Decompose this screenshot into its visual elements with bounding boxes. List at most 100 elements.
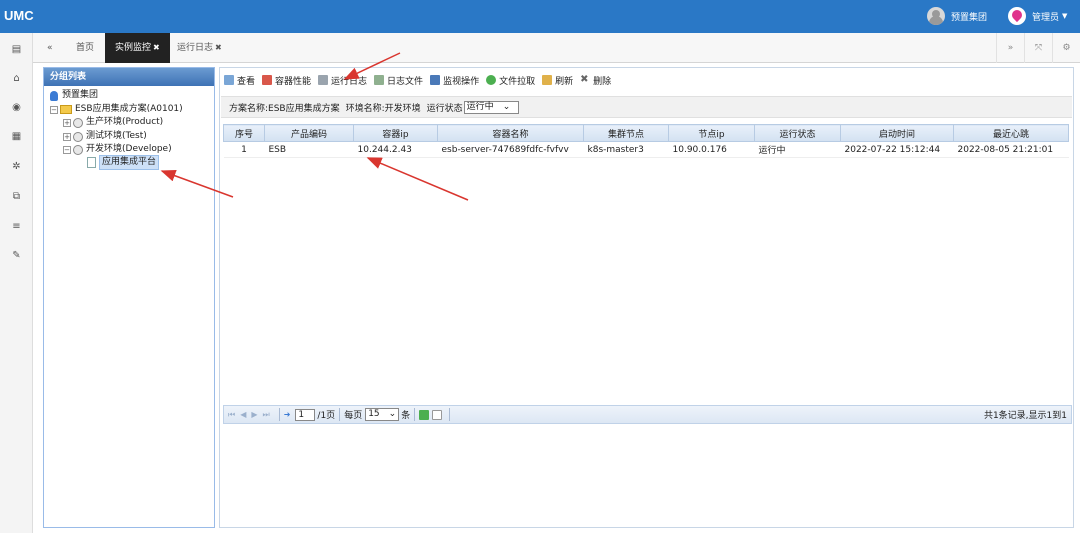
monitor-icon xyxy=(430,75,441,85)
fullscreen-icon[interactable]: ⤧ xyxy=(1024,33,1052,63)
record-summary: 共1条记录,显示1到1 xyxy=(983,411,1067,421)
main-panel: 查看 容器性能 运行日志 日志文件 监视操作 文件拉取 刷新 ✖ 删除 方案名称:… xyxy=(219,67,1074,528)
export-page-icon[interactable] xyxy=(432,409,443,420)
pull-button[interactable]: 文件拉取 xyxy=(486,74,535,87)
tab-label: 实例监控 xyxy=(115,43,152,53)
prev-page-icon[interactable]: ◀ xyxy=(240,410,246,419)
user-menu[interactable]: 管理员 ▼ xyxy=(1008,6,1067,26)
table-cell: 2022-08-05 21:21:01 xyxy=(953,141,1069,158)
tree-env-test[interactable]: + 测试环境(Test) xyxy=(63,130,147,143)
per-page-select[interactable]: 15 ⌄ xyxy=(365,408,400,421)
go-page-icon[interactable]: ➜ xyxy=(284,410,291,419)
group-panel: 分组列表 预置集团 − ESB应用集成方案(A0101) + 生产环境(Prod… xyxy=(43,67,215,528)
table-cell: esb-server-747689fdfc-fvfvv xyxy=(437,141,584,158)
toolbar: 查看 容器性能 运行日志 日志文件 监视操作 文件拉取 刷新 ✖ 删除 xyxy=(224,73,618,87)
refresh-label: 刷新 xyxy=(555,76,574,87)
gear-icon[interactable]: ✲ xyxy=(10,160,23,173)
tab-back-icon[interactable]: « xyxy=(37,33,63,63)
expand-icon[interactable]: + xyxy=(63,118,71,127)
monitor-button[interactable]: 监视操作 xyxy=(430,74,479,87)
export-excel-icon[interactable] xyxy=(419,409,430,420)
view-icon xyxy=(224,75,234,85)
env-name: 环境名称:开发环境 xyxy=(345,103,421,114)
delete-button[interactable]: ✖ 删除 xyxy=(580,74,611,87)
page-input[interactable]: 1 xyxy=(295,408,316,421)
folder-icon xyxy=(60,105,72,114)
collapse-icon[interactable]: − xyxy=(63,145,71,154)
runlog-button[interactable]: 运行日志 xyxy=(318,74,367,87)
per-page-value: 15 xyxy=(368,409,380,419)
bank-icon[interactable]: ⌂ xyxy=(10,72,23,85)
column-header[interactable]: 序号 xyxy=(223,124,265,142)
list-icon[interactable]: ▦ xyxy=(10,130,23,143)
table-row[interactable]: 1 ESB 10.244.2.43 esb-server-747689fdfc-… xyxy=(223,141,1069,158)
delete-icon: ✖ xyxy=(580,74,589,85)
user-avatar-icon xyxy=(1008,7,1026,25)
view-button[interactable]: 查看 xyxy=(224,74,255,87)
bulb-icon xyxy=(50,90,58,101)
column-header[interactable]: 最近心跳 xyxy=(953,124,1069,142)
settings-icon[interactable]: ⚙ xyxy=(1052,33,1080,63)
tab-bar: « 首页 实例监控 ✖ 运行日志 ✖ » ⤧ ⚙ xyxy=(33,33,1080,63)
logfile-label: 日志文件 xyxy=(387,76,424,87)
table-header-row: 序号 产品编码 容器ip 容器名称 集群节点 节点ip 运行状态 启动时间 最近… xyxy=(223,124,1069,142)
env-icon xyxy=(73,144,83,155)
table-cell: 10.90.0.176 xyxy=(668,141,755,158)
next-page-icon[interactable]: ▶ xyxy=(251,410,257,419)
per-page-label: 每页 xyxy=(344,411,363,421)
tab-run-log[interactable]: 运行日志 ✖ xyxy=(167,33,232,63)
tree-app-node[interactable]: 应用集成平台 xyxy=(87,155,160,170)
tab-home[interactable]: 首页 xyxy=(66,33,104,63)
eye-icon[interactable]: ◉ xyxy=(10,101,23,114)
sitemap-icon[interactable]: ⧉ xyxy=(10,190,23,203)
card-icon[interactable]: ▤ xyxy=(10,43,23,56)
env-icon xyxy=(73,131,83,142)
first-page-icon[interactable]: ⏮ xyxy=(228,410,235,420)
pagination-bar: ⏮ ◀ ▶ ⏭ ➜ 1 /1页 每页 15 ⌄ 条 共1条记录,显示1到1 xyxy=(223,405,1072,424)
tree-label: 测试环境(Test) xyxy=(86,131,147,141)
plan-name: 方案名称:ESB应用集成方案 xyxy=(229,103,340,114)
tree-label: 应用集成平台 xyxy=(99,155,160,170)
close-icon[interactable]: ✖ xyxy=(215,43,222,52)
tree-label: 生产环境(Product) xyxy=(86,117,164,127)
divider xyxy=(339,408,341,421)
collapse-icon[interactable]: − xyxy=(50,105,58,114)
divider xyxy=(449,408,451,421)
user-label: 管理员 xyxy=(1032,12,1060,23)
tree-label: ESB应用集成方案(A0101) xyxy=(75,104,183,114)
column-header[interactable]: 节点ip xyxy=(668,124,755,142)
last-page-icon[interactable]: ⏭ xyxy=(263,410,270,420)
column-header[interactable]: 运行状态 xyxy=(754,124,841,142)
tree-root[interactable]: 预置集团 xyxy=(50,89,98,102)
page-total: /1页 xyxy=(317,411,336,421)
column-header[interactable]: 容器ip xyxy=(353,124,438,142)
tab-forward-icon[interactable]: » xyxy=(996,33,1024,63)
top-bar: UMC 预置集团 管理员 ▼ xyxy=(0,0,1080,33)
download-icon xyxy=(486,75,497,85)
perf-button[interactable]: 容器性能 xyxy=(262,74,311,87)
column-header[interactable]: 产品编码 xyxy=(264,124,354,142)
icon-rail: ▤ ⌂ ◉ ▦ ✲ ⧉ ≡ ✎ xyxy=(0,33,33,533)
chevron-down-icon: ⌄ xyxy=(388,409,397,419)
runlog-label: 运行日志 xyxy=(331,76,368,87)
instance-table: 序号 产品编码 容器ip 容器名称 集群节点 节点ip 运行状态 启动时间 最近… xyxy=(223,124,1069,158)
logfile-button[interactable]: 日志文件 xyxy=(374,74,423,87)
tree-solution[interactable]: − ESB应用集成方案(A0101) xyxy=(50,103,183,116)
per-page-unit: 条 xyxy=(401,411,411,421)
expand-icon[interactable]: + xyxy=(63,132,71,141)
tree-label: 预置集团 xyxy=(62,90,99,100)
status-select[interactable]: 运行中 ⌄ xyxy=(463,100,520,114)
column-header[interactable]: 容器名称 xyxy=(437,124,584,142)
divider xyxy=(414,408,416,421)
refresh-button[interactable]: 刷新 xyxy=(542,74,573,87)
column-header[interactable]: 启动时间 xyxy=(840,124,954,142)
close-icon[interactable]: ✖ xyxy=(153,43,160,52)
tree-env-product[interactable]: + 生产环境(Product) xyxy=(63,116,163,129)
menu-icon[interactable]: ≡ xyxy=(10,220,23,233)
caret-down-icon: ▼ xyxy=(1062,12,1068,20)
group-switcher[interactable]: 预置集团 xyxy=(927,6,987,26)
wrench-icon[interactable]: ✎ xyxy=(10,249,23,262)
tab-label: 首页 xyxy=(76,43,95,53)
tab-instance-monitor[interactable]: 实例监控 ✖ xyxy=(105,33,170,63)
column-header[interactable]: 集群节点 xyxy=(583,124,669,142)
